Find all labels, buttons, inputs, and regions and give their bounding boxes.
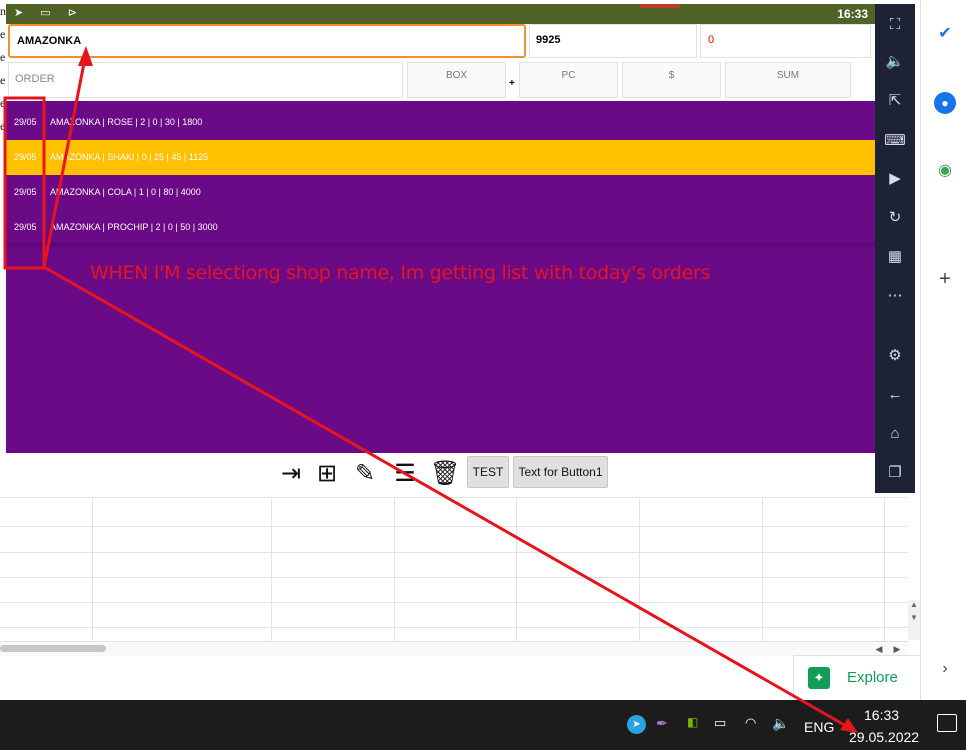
record-icon[interactable]: ▶ (884, 168, 906, 190)
horizontal-scrollbar[interactable]: ◀ ▶ (0, 641, 908, 656)
status-time: 16:33 (837, 7, 868, 21)
volume-icon[interactable]: 🔈 (884, 51, 906, 73)
scrollbar-thumb[interactable] (0, 645, 106, 652)
battery-icon[interactable]: ▭ (714, 715, 726, 731)
scroll-up-icon[interactable]: ▲ (908, 600, 920, 613)
maps-icon[interactable]: ◉ (934, 160, 956, 182)
grid-line (0, 526, 908, 527)
tasks-icon[interactable]: ✔ (934, 23, 956, 45)
more-icon[interactable]: ⋯ (884, 285, 906, 307)
scroll-left-icon[interactable]: ◀ (872, 643, 886, 655)
rotate-icon[interactable]: ↻ (884, 207, 906, 229)
notification-icons: ➤ ▭ ⊳ (14, 7, 84, 19)
order-row[interactable]: 29/05 AMAZONKA | PROCHIP | 2 | 0 | 50 | … (6, 210, 875, 245)
telegram-icon[interactable]: ➤ (627, 715, 646, 734)
contacts-icon[interactable]: ● (934, 92, 956, 114)
add-addon-icon[interactable]: + (934, 268, 956, 290)
order-row[interactable]: 29/05 AMAZONKA | COLA | 1 | 0 | 80 | 400… (6, 175, 875, 210)
price-field[interactable]: $ (622, 62, 721, 98)
order-row[interactable]: 29/05 AMAZONKA | ROSE | 2 | 0 | 30 | 180… (6, 105, 875, 140)
app-toolbar: ⇥ ⊞ ✎ ☰ 🗑 TEST Text for Button1 (6, 453, 875, 493)
list-divider (6, 243, 875, 251)
sum-field[interactable]: SUM (725, 62, 851, 98)
explore-button[interactable]: ✦ Explore (793, 655, 921, 701)
emulator-sidebar: ⛶ 🔈 ⇱ ⌨ ▶ ↻ ▦ ⋯ ⚙ ← ⌂ ❐ (875, 4, 915, 493)
vertical-scrollbar[interactable]: ▲ ▼ (908, 600, 920, 640)
nvidia-icon[interactable]: ◧ (687, 715, 698, 729)
grid-line (0, 497, 908, 498)
shop-code-field[interactable]: 9925 (529, 24, 697, 58)
order-date: 29/05 (14, 222, 37, 232)
status-accent (640, 4, 680, 8)
scroll-down-icon[interactable]: ▼ (908, 613, 920, 626)
exit-icon[interactable]: ⇥ (276, 459, 306, 489)
button1[interactable]: Text for Button1 (513, 456, 608, 488)
grid-line (516, 497, 517, 641)
order-row-selected[interactable]: 29/05 AMAZONKA | SHAKI | 0 | 25 | 45 | 1… (6, 140, 875, 175)
settings-icon[interactable]: ⚙ (884, 345, 906, 367)
test-button[interactable]: TEST (467, 456, 509, 488)
plus-sign: + (509, 78, 515, 89)
shop-name-input[interactable]: AMAZONKA (8, 24, 526, 58)
grid-line (271, 497, 272, 641)
keyboard-icon[interactable]: ⌨ (884, 130, 906, 152)
windows-taskbar: ➤ ✒ ◧ ▭ ◠ 🔈 ENG 16:33 29.05.2022 (0, 700, 966, 750)
order-text: AMAZONKA | COLA | 1 | 0 | 80 | 4000 (50, 187, 201, 197)
back-icon[interactable]: ← (884, 384, 906, 406)
chevron-right-icon[interactable]: › (934, 658, 956, 680)
box-field[interactable]: BOX (407, 62, 506, 98)
side-panel: ✔ ● ◉ + › (920, 0, 966, 700)
order-date: 29/05 (14, 152, 37, 162)
list-icon[interactable]: ☰ (390, 459, 420, 489)
add-document-icon[interactable]: ⊞ (312, 459, 342, 489)
grid-line (92, 497, 93, 641)
recent-apps-icon[interactable]: ❐ (884, 462, 906, 484)
fullscreen-icon[interactable]: ⛶ (884, 14, 906, 36)
pc-field[interactable]: PC (519, 62, 618, 98)
order-text: AMAZONKA | ROSE | 2 | 0 | 30 | 1800 (50, 117, 203, 127)
android-status-bar: ➤ ▭ ⊳ 16:33 (6, 4, 875, 24)
grid-line (639, 497, 640, 641)
order-date: 29/05 (14, 187, 37, 197)
grid-line (884, 497, 885, 641)
feather-icon[interactable]: ✒ (656, 715, 668, 732)
grid-line (762, 497, 763, 641)
pointer-icon[interactable]: ⇱ (884, 90, 906, 112)
home-icon[interactable]: ⌂ (884, 423, 906, 445)
order-input[interactable]: ORDER (8, 62, 403, 98)
explore-label: Explore (847, 669, 898, 686)
explore-icon: ✦ (808, 667, 830, 689)
volume-icon[interactable]: 🔈 (772, 715, 789, 732)
grid-line (394, 497, 395, 641)
apk-icon[interactable]: ▦ (884, 246, 906, 268)
emulator-screen: ➤ ▭ ⊳ 16:33 AMAZONKA 9925 0 ORDER BOX + … (6, 4, 875, 493)
language-indicator[interactable]: ENG (804, 719, 834, 735)
grid-line (0, 602, 908, 603)
edit-list-icon[interactable]: ✎ (350, 459, 380, 489)
scroll-right-icon[interactable]: ▶ (890, 643, 904, 655)
grid-line (0, 577, 908, 578)
clock-date[interactable]: 29.05.2022 (849, 729, 919, 745)
delete-icon[interactable]: 🗑 (430, 459, 460, 489)
order-text: AMAZONKA | SHAKI | 0 | 25 | 45 | 1125 (50, 152, 209, 162)
grid-line (0, 552, 908, 553)
balance-field[interactable]: 0 (700, 24, 871, 58)
annotation-text: WHEN I'M selectiong shop name, Im gettin… (90, 262, 711, 284)
notifications-icon[interactable] (937, 714, 957, 732)
order-text: AMAZONKA | PROCHIP | 2 | 0 | 50 | 3000 (50, 222, 218, 232)
clock-time[interactable]: 16:33 (864, 707, 899, 723)
grid-line (0, 627, 908, 628)
wifi-icon[interactable]: ◠ (745, 715, 756, 731)
order-date: 29/05 (14, 117, 37, 127)
